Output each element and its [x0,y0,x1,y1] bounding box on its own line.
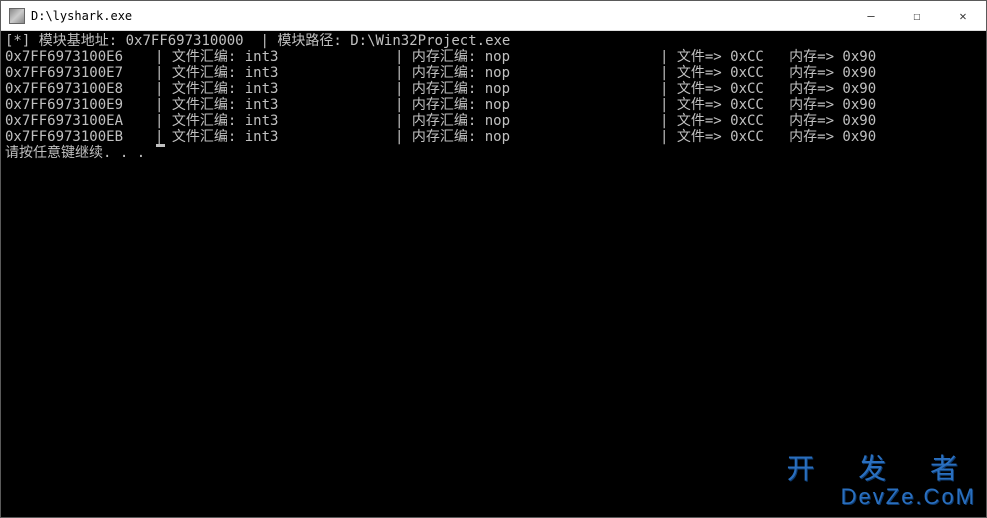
disasm-row: 0x7FF6973100E7| 文件汇编: int3| 内存汇编: nop| 文… [5,65,982,81]
watermark: 开 发 者 DevZe.CoM [786,454,976,509]
press-any-key: 请按任意键继续. . . [5,145,982,161]
minimize-button[interactable]: — [848,1,894,30]
address: 0x7FF6973100E6 [5,49,155,65]
mem-asm: | 内存汇编: nop [395,65,660,81]
mem-asm: | 内存汇编: nop [395,113,660,129]
cursor [156,144,165,147]
bytes: | 文件=> 0xCC 内存=> 0x90 [660,65,982,81]
address: 0x7FF6973100EB [5,129,155,145]
app-icon [9,8,25,24]
disasm-rows: 0x7FF6973100E6| 文件汇编: int3| 内存汇编: nop| 文… [5,49,982,145]
file-asm: | 文件汇编: int3 [155,113,395,129]
mem-asm: | 内存汇编: nop [395,81,660,97]
base-address: 0x7FF697310000 [126,33,244,49]
disasm-row: 0x7FF6973100E6| 文件汇编: int3| 内存汇编: nop| 文… [5,49,982,65]
titlebar[interactable]: D:\lyshark.exe — ☐ ✕ [1,1,986,31]
resize-grip[interactable] [970,501,986,517]
watermark-cn: 开 发 者 [786,454,976,485]
module-path: D:\Win32Project.exe [350,33,510,49]
watermark-en: DevZe.CoM [786,485,976,509]
address: 0x7FF6973100E8 [5,81,155,97]
console-window: D:\lyshark.exe — ☐ ✕ [*] 模块基地址: 0x7FF697… [0,0,987,518]
console-output[interactable]: [*] 模块基地址: 0x7FF697310000 | 模块路径: D:\Win… [1,31,986,517]
file-asm: | 文件汇编: int3 [155,49,395,65]
file-asm: | 文件汇编: int3 [155,129,395,145]
mem-asm: | 内存汇编: nop [395,129,660,145]
window-controls: — ☐ ✕ [848,1,986,30]
bytes: | 文件=> 0xCC 内存=> 0x90 [660,129,982,145]
bytes: | 文件=> 0xCC 内存=> 0x90 [660,97,982,113]
disasm-row: 0x7FF6973100EB| 文件汇编: int3| 内存汇编: nop| 文… [5,129,982,145]
disasm-row: 0x7FF6973100EA| 文件汇编: int3| 内存汇编: nop| 文… [5,113,982,129]
file-asm: | 文件汇编: int3 [155,97,395,113]
module-header: [*] 模块基地址: 0x7FF697310000 | 模块路径: D:\Win… [5,33,982,49]
address: 0x7FF6973100E9 [5,97,155,113]
address: 0x7FF6973100EA [5,113,155,129]
disasm-row: 0x7FF6973100E9| 文件汇编: int3| 内存汇编: nop| 文… [5,97,982,113]
close-button[interactable]: ✕ [940,1,986,30]
base-label: 模块基地址: [39,33,117,49]
file-asm: | 文件汇编: int3 [155,65,395,81]
maximize-button[interactable]: ☐ [894,1,940,30]
path-label: 模块路径: [277,33,341,49]
bytes: | 文件=> 0xCC 内存=> 0x90 [660,49,982,65]
mem-asm: | 内存汇编: nop [395,49,660,65]
address: 0x7FF6973100E7 [5,65,155,81]
bytes: | 文件=> 0xCC 内存=> 0x90 [660,113,982,129]
header-prefix: [*] [5,33,30,49]
window-title: D:\lyshark.exe [31,9,132,23]
bytes: | 文件=> 0xCC 内存=> 0x90 [660,81,982,97]
disasm-row: 0x7FF6973100E8| 文件汇编: int3| 内存汇编: nop| 文… [5,81,982,97]
file-asm: | 文件汇编: int3 [155,81,395,97]
mem-asm: | 内存汇编: nop [395,97,660,113]
